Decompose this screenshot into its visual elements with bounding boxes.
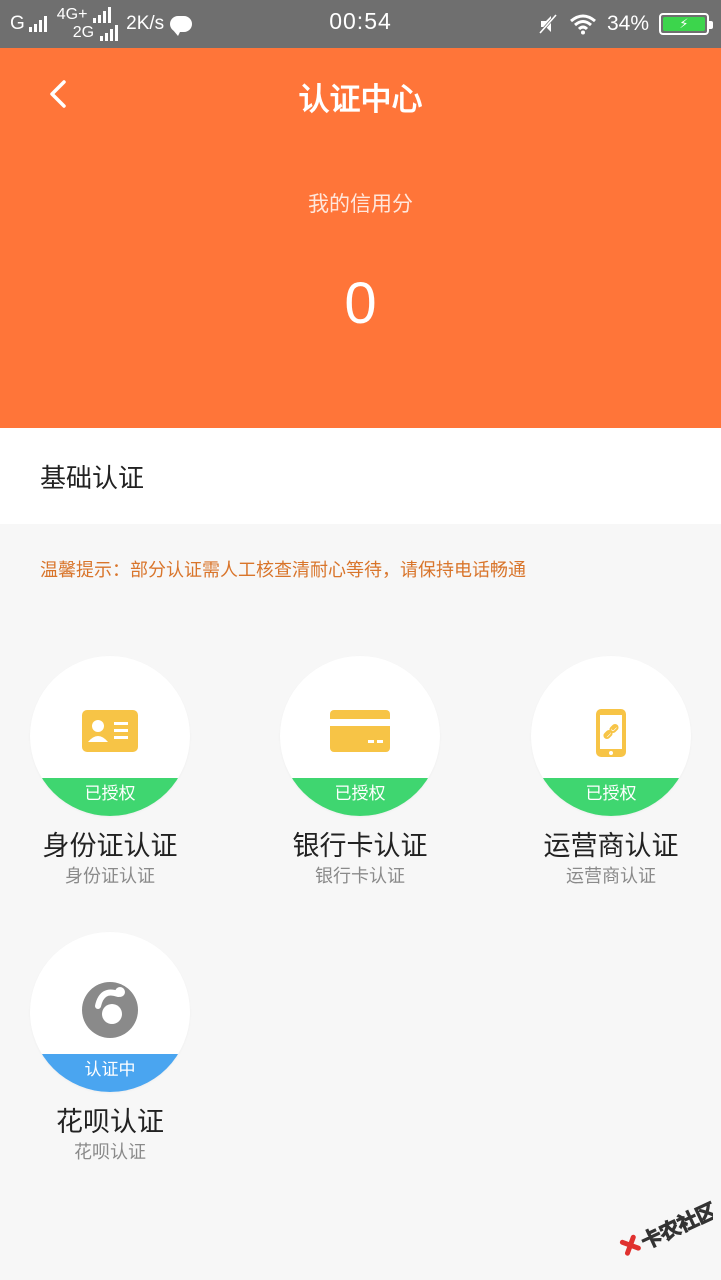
status-badge: 已授权 [30, 778, 190, 816]
battery-percent: 34% [606, 12, 649, 35]
card-circle: 已授权 [280, 656, 440, 816]
huabei-icon [82, 982, 138, 1038]
status-bar: G 4G+ 2G 2K/s 00:54 34% ⚡ [0, 0, 721, 48]
status-badge: 已授权 [531, 778, 691, 816]
credit-score-value: 0 [344, 271, 377, 336]
id-card-icon [82, 710, 138, 752]
id-card-auth-card[interactable]: 已授权 身份证认证 身份证认证 [15, 656, 205, 896]
card-subtitle: 运营商认证 [566, 866, 656, 887]
card-title: 运营商认证 [543, 831, 679, 862]
header: 认证中心 我的信用分 0 [0, 48, 721, 428]
phone-link-icon [596, 709, 626, 757]
watermark-text: 卡农社区 [637, 1200, 713, 1254]
bank-card-icon [330, 710, 390, 752]
wifi-icon [570, 14, 596, 35]
card-subtitle: 身份证认证 [65, 866, 155, 887]
card-circle: 已授权 [30, 656, 190, 816]
page-title: 认证中心 [298, 82, 423, 118]
credit-score-label: 我的信用分 [308, 192, 413, 216]
status-badge: 已授权 [280, 778, 440, 816]
huabei-auth-card[interactable]: 认证中 花呗认证 花呗认证 [15, 932, 205, 1172]
watermark-logo: 卡农社区 [613, 1198, 721, 1260]
card-subtitle: 银行卡认证 [315, 866, 405, 887]
card-title: 身份证认证 [42, 831, 178, 862]
watermark-icon: 卡农社区 [619, 1198, 721, 1256]
mute-icon [538, 14, 558, 34]
tip-text: 温馨提示：部分认证需人工核查清耐心等待，请保持电话畅通 [40, 560, 526, 581]
carrier-auth-card[interactable]: 已授权 运营商认证 运营商认证 [516, 656, 706, 896]
card-circle: 已授权 [531, 656, 691, 816]
section-title: 基础认证 [40, 464, 145, 494]
card-subtitle: 花呗认证 [74, 1142, 146, 1163]
basic-auth-section: 基础认证 [0, 428, 721, 524]
card-circle: 认证中 [30, 932, 190, 1092]
battery-icon: ⚡ [659, 13, 713, 35]
bank-card-auth-card[interactable]: 已授权 银行卡认证 银行卡认证 [265, 656, 455, 896]
card-title: 银行卡认证 [292, 831, 428, 862]
card-title: 花呗认证 [56, 1107, 164, 1138]
status-badge: 认证中 [30, 1054, 190, 1092]
